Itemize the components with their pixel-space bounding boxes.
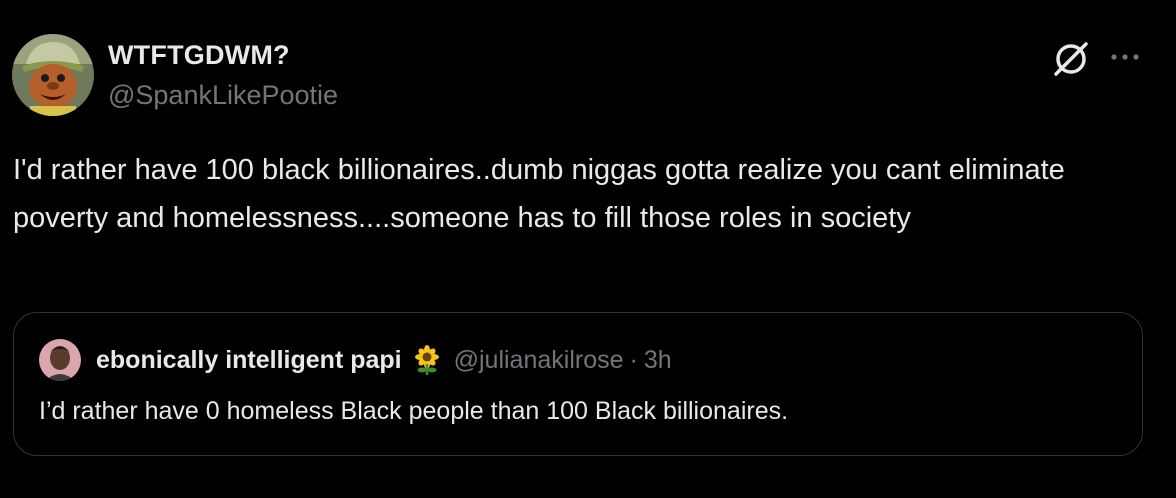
- quoted-tweet-header: ebonically intelligent papi @julianakilr…: [96, 345, 672, 375]
- sunflower-icon: [412, 345, 442, 375]
- more-options-icon[interactable]: [1108, 44, 1142, 70]
- author-handle[interactable]: @SpankLikePootie: [108, 80, 338, 111]
- grok-icon[interactable]: [1050, 38, 1092, 80]
- tweet: WTFTGDWM? @SpankLikePootie I'd rather ha…: [0, 0, 1176, 498]
- author-display-name[interactable]: WTFTGDWM?: [108, 40, 290, 71]
- quoted-author-avatar[interactable]: [39, 339, 81, 381]
- quoted-tweet-card[interactable]: ebonically intelligent papi @julianakilr…: [13, 312, 1143, 456]
- person-avatar-icon: [39, 339, 81, 381]
- muppet-avatar-icon: [12, 34, 94, 116]
- quoted-author-handle[interactable]: @julianakilrose: [454, 346, 624, 375]
- quoted-tweet-time[interactable]: 3h: [644, 346, 672, 375]
- tweet-text: I'd rather have 100 black billionaires..…: [13, 154, 1073, 234]
- separator-dot: ·: [629, 345, 638, 374]
- author-avatar[interactable]: [12, 34, 94, 116]
- quoted-author-display-name[interactable]: ebonically intelligent papi: [96, 346, 402, 375]
- quoted-tweet-text: I’d rather have 0 homeless Black people …: [39, 397, 789, 425]
